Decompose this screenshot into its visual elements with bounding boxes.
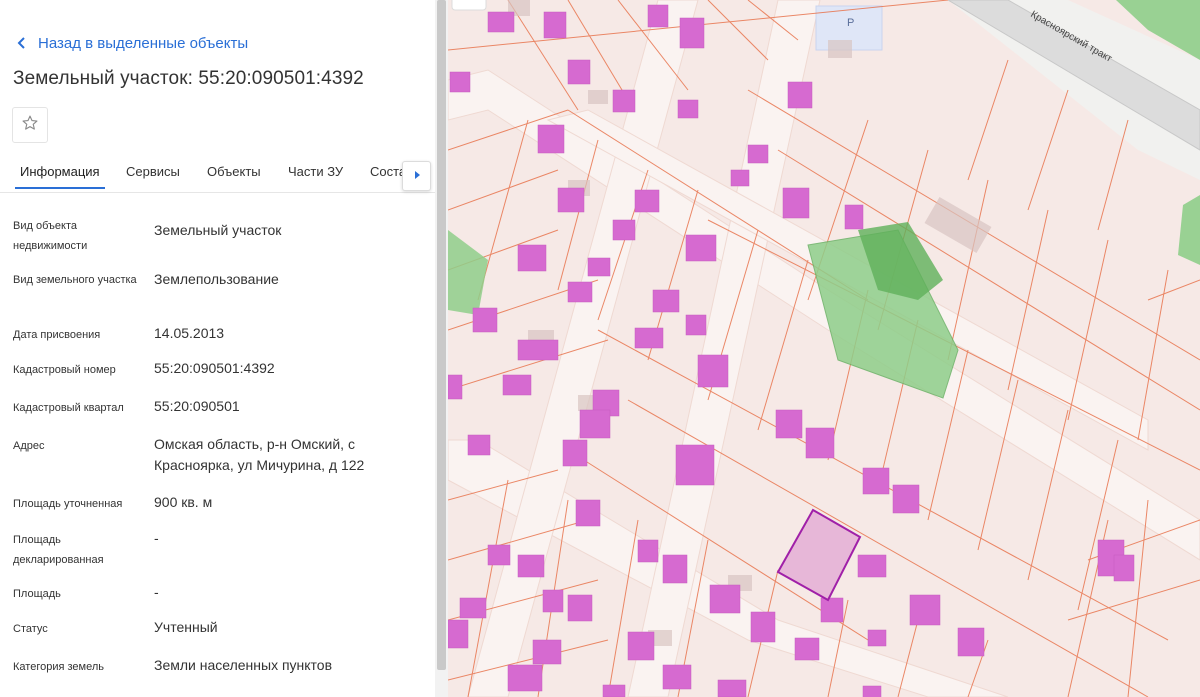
detail-label: Кадастровый номер [13,364,116,376]
chevron-left-icon [16,32,38,54]
scrollbar-thumb[interactable] [437,0,446,670]
panel-scrollbar[interactable] [435,0,448,697]
detail-value: - [154,584,159,600]
parking-label: P [847,17,854,29]
map-canvas[interactable]: Красноярский тракт P [448,0,1200,697]
detail-value: Учтенный [154,619,218,635]
detail-label: Вид объекта недвижимости [13,220,88,252]
tabs-scroll-right-button[interactable] [402,161,431,191]
detail-value: Землепользование [154,271,279,287]
tab-bar: Информация Сервисы Объекты Части ЗУ Сост… [0,160,435,193]
back-link-label: Назад в выделенные объекты [38,34,249,52]
back-link[interactable]: Назад в выделенные объекты [16,32,248,54]
info-panel: Назад в выделенные объекты Земельный уча… [0,0,435,697]
detail-label: Площадь уточненная [13,498,123,510]
detail-value: Земли населенных пунктов [154,657,333,673]
detail-label: Площадь декларированная [13,534,104,566]
detail-value: - [154,530,159,546]
tab-parts[interactable]: Части ЗУ [288,164,343,179]
cadastral-map[interactable]: Красноярский тракт P [448,0,1200,697]
detail-label: Статус [13,623,48,635]
chevron-right-icon [413,167,421,185]
detail-label: Категория земель [13,661,104,673]
page-title: Земельный участок: 55:20:090501:4392 [13,68,364,89]
tab-composition[interactable]: Состав [370,164,402,179]
detail-value: 55:20:090501:4392 [154,360,275,376]
tab-services[interactable]: Сервисы [126,164,180,179]
detail-value: 14.05.2013 [154,325,225,341]
tab-objects[interactable]: Объекты [207,164,261,179]
detail-label: Площадь [13,588,61,600]
detail-label: Вид земельного участка [13,274,137,286]
detail-label: Дата присвоения [13,329,101,341]
detail-label: Адрес [13,440,45,452]
detail-value: 55:20:090501 [154,398,240,414]
detail-value: Омская область, р-н Омский, с Красноярка… [154,436,365,473]
tab-information[interactable]: Информация [15,164,105,189]
detail-value: 900 кв. м [154,494,213,510]
star-icon [21,114,39,137]
detail-label: Кадастровый квартал [13,402,124,414]
detail-value: Земельный участок [154,222,282,238]
favorite-button[interactable] [12,107,48,143]
